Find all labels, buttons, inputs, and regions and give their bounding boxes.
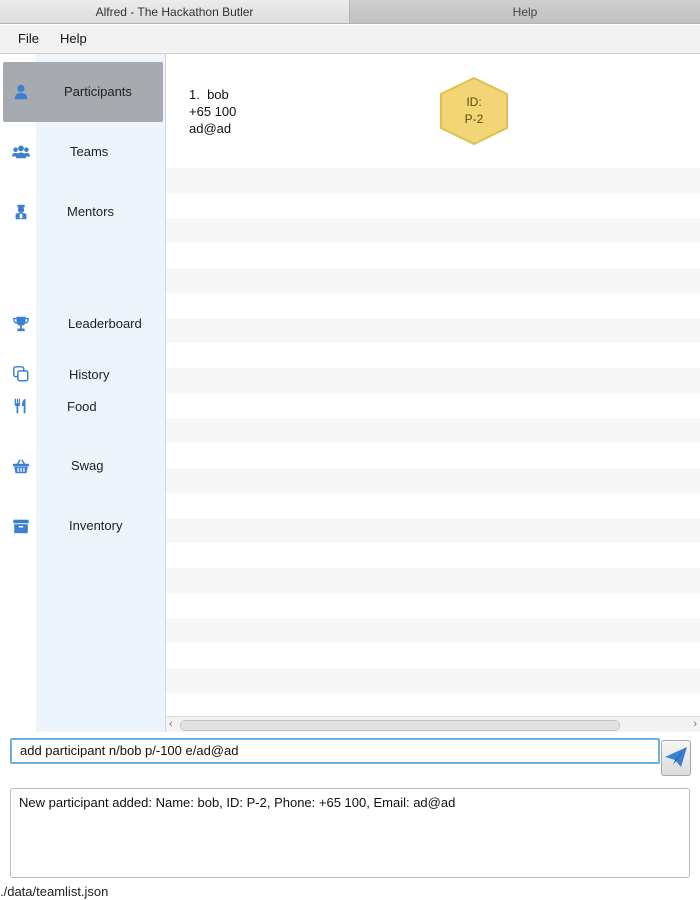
participant-name: bob	[207, 87, 229, 102]
id-badge-label: ID:	[466, 95, 482, 109]
scroll-right-icon[interactable]: ›	[693, 717, 697, 732]
sidebar-item-label: Mentors	[67, 204, 114, 219]
sidebar-item-label: Teams	[70, 144, 109, 159]
archive-box-icon	[11, 516, 31, 536]
sidebar-item-food[interactable]: Food	[3, 376, 163, 436]
status-bar-path: ./data/teamlist.json	[0, 884, 109, 899]
participant-email: ad@ad	[189, 121, 232, 136]
utensils-icon	[11, 396, 31, 416]
participant-list: 1. bob +65 100 ad@ad ID: P-2 ‹ ›	[165, 54, 700, 732]
sidebar-item-swag[interactable]: Swag	[3, 436, 163, 496]
result-text: New participant added: Name: bob, ID: P-…	[19, 795, 456, 810]
sidebar-item-inventory[interactable]: Inventory	[3, 496, 163, 556]
sidebar-item-label: Leaderboard	[68, 316, 142, 331]
horizontal-scrollbar[interactable]: ‹ ›	[166, 716, 700, 732]
window-tab-main[interactable]: Alfred - The Hackathon Butler	[0, 0, 350, 24]
command-input[interactable]: add participant n/bob p/-100 e/ad@ad	[10, 738, 660, 764]
id-badge: ID: P-2	[438, 76, 510, 146]
id-badge-text: ID: P-2	[438, 94, 510, 128]
sidebar-item-teams[interactable]: Teams	[3, 122, 163, 182]
menu-file[interactable]: File	[16, 25, 41, 53]
sidebar-item-label: Participants	[64, 84, 132, 99]
scrollbar-thumb[interactable]	[180, 720, 620, 731]
list-background	[166, 168, 700, 716]
id-badge-value: P-2	[464, 112, 484, 126]
sidebar-item-label: Swag	[71, 458, 104, 473]
person-icon	[11, 82, 31, 102]
menu-bar: File Help	[0, 25, 700, 54]
sidebar: Participants Teams Mentors Leaderboard H…	[0, 54, 165, 732]
sidebar-item-label: Inventory	[69, 518, 123, 533]
participant-name-line: 1. bob	[189, 86, 236, 103]
menu-help[interactable]: Help	[58, 25, 89, 53]
group-icon	[11, 142, 31, 162]
mentor-icon	[11, 202, 31, 222]
result-display: New participant added: Name: bob, ID: P-…	[10, 788, 690, 878]
sidebar-item-mentors[interactable]: Mentors	[3, 182, 163, 242]
trophy-icon	[11, 314, 31, 334]
basket-icon	[11, 456, 31, 476]
participant-index: 1.	[189, 87, 200, 102]
list-item[interactable]: 1. bob +65 100 ad@ad	[189, 86, 236, 137]
scroll-left-icon[interactable]: ‹	[169, 717, 173, 732]
sidebar-item-participants[interactable]: Participants	[3, 62, 163, 122]
window-tab-help[interactable]: Help	[350, 0, 700, 24]
send-button[interactable]	[661, 740, 691, 776]
sidebar-item-label: Food	[67, 399, 97, 414]
participant-phone: +65 100	[189, 104, 237, 119]
window-title-bar: Alfred - The Hackathon Butler Help	[0, 0, 700, 25]
paper-plane-icon	[663, 744, 689, 773]
